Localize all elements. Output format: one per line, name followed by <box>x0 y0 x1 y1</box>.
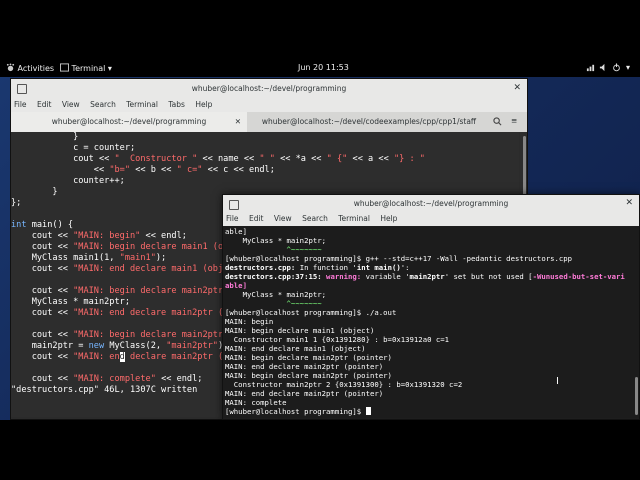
system-menu-chevron-icon[interactable]: ▾ <box>626 63 630 72</box>
menu-search[interactable]: Search <box>302 214 328 223</box>
menu-help[interactable]: Help <box>380 214 397 223</box>
term-prompt-line[interactable]: [whuber@localhost programming]$ <box>225 407 635 416</box>
window-title: whuber@localhost:~/devel/programming <box>191 84 347 93</box>
term-line: MAIN: end declare main1 (object) <box>225 344 366 353</box>
scrollbar[interactable] <box>632 227 639 418</box>
tab-label: whuber@localhost:~/devel/programming <box>51 117 207 126</box>
letterbox-bottom <box>0 420 640 480</box>
letterbox-top <box>0 0 640 60</box>
app-menu-label: Terminal ▾ <box>71 64 112 73</box>
desktop: Activities Terminal ▾ Jun 20 11:53 ▾ whu… <box>0 0 640 480</box>
tab-programming[interactable]: whuber@localhost:~/devel/programming ✕ <box>11 112 247 134</box>
menu-file[interactable]: File <box>226 214 239 223</box>
tab-staff[interactable]: whuber@localhost:~/devel/codeexamples/cp… <box>249 112 489 132</box>
menu-terminal[interactable]: Terminal <box>126 100 158 109</box>
window-icon <box>17 84 27 94</box>
term-line: MAIN: begin declare main2ptr (pointer) <box>225 371 392 380</box>
term-line: Constructor main1 1 {0x1391280} : b=0x13… <box>225 335 450 344</box>
term-line: able] <box>225 281 247 290</box>
gnome-foot-icon <box>6 63 15 72</box>
term-line: MyClass * main2ptr; <box>225 290 327 299</box>
code-string: " Constructor " <box>114 154 198 164</box>
window-titlebar[interactable]: whuber@localhost:~/devel/programming ✕ <box>11 79 527 98</box>
gnome-top-bar: Activities Terminal ▾ Jun 20 11:53 ▾ <box>0 60 640 77</box>
menu-view[interactable]: View <box>274 214 292 223</box>
menu-edit[interactable]: Edit <box>37 100 52 109</box>
code-line: << "b=" << b << " c=" << c << endl; <box>11 165 275 175</box>
window-icon <box>229 200 239 210</box>
term-line: destructors.cpp:37:15: warning: variable… <box>225 272 625 281</box>
search-icon[interactable] <box>493 117 502 128</box>
term-line: MAIN: end declare main2ptr (pointer) <box>225 362 384 371</box>
menu-terminal[interactable]: Terminal <box>338 214 370 223</box>
close-icon[interactable]: ✕ <box>625 195 633 212</box>
close-icon[interactable]: ✕ <box>513 79 521 98</box>
clock[interactable]: Jun 20 11:53 <box>298 63 349 72</box>
scrollbar-thumb[interactable] <box>635 377 638 415</box>
menu-bar: File Edit View Search Terminal Help <box>223 212 639 226</box>
activities-button[interactable]: Activities <box>6 63 54 73</box>
term-line: MAIN: begin <box>225 317 274 326</box>
tab-label: whuber@localhost:~/devel/codeexamples/cp… <box>261 117 477 126</box>
window-title: whuber@localhost:~/devel/programming <box>353 199 509 208</box>
code-line: c = counter; <box>11 143 136 153</box>
hamburger-menu-icon[interactable]: ≡ <box>511 116 517 125</box>
text-cursor-icon: I <box>556 376 559 387</box>
code-line: } <box>11 132 79 142</box>
terminal-icon <box>60 63 69 72</box>
term-line: MAIN: begin declare main2ptr (pointer) <box>225 353 392 362</box>
terminal-window-output[interactable]: whuber@localhost:~/devel/programming ✕ F… <box>222 194 640 420</box>
code-line: counter++; <box>11 176 125 186</box>
network-icon[interactable] <box>586 63 595 73</box>
menu-file[interactable]: File <box>14 100 27 109</box>
app-menu-terminal[interactable]: Terminal ▾ <box>60 63 112 73</box>
terminal-cursor <box>365 407 371 415</box>
term-line: ^~~~~~~~ <box>225 299 322 308</box>
tab-bar: whuber@localhost:~/devel/programming ✕ w… <box>11 112 527 134</box>
term-line: Constructor main2ptr 2 {0x1391300} : b=0… <box>225 380 463 389</box>
term-line: ^~~~~~~~ <box>225 245 322 254</box>
activities-label: Activities <box>17 64 55 73</box>
term-line: [whuber@localhost programming]$ ./a.out <box>225 308 397 317</box>
menu-edit[interactable]: Edit <box>249 214 264 223</box>
power-icon[interactable] <box>612 63 621 73</box>
term-line: MAIN: end declare main2ptr (pointer) <box>225 389 384 398</box>
volume-icon[interactable] <box>599 63 608 73</box>
menu-view[interactable]: View <box>62 100 80 109</box>
term-line: MyClass * main2ptr; <box>225 236 327 245</box>
term-line: MAIN: begin declare main1 (object) <box>225 326 375 335</box>
menu-help[interactable]: Help <box>195 100 212 109</box>
menu-bar: File Edit View Search Terminal Tabs Help <box>11 98 527 112</box>
terminal-output[interactable]: able] MyClass * main2ptr; ^~~~~~~~ [whube… <box>223 227 635 418</box>
menu-search[interactable]: Search <box>90 100 116 109</box>
term-line: destructors.cpp: In function 'int main()… <box>225 263 410 272</box>
window-titlebar[interactable]: whuber@localhost:~/devel/programming ✕ <box>223 195 639 212</box>
term-line: able] <box>225 227 247 236</box>
code-line: cout << " Constructor " << name << " " <… <box>11 154 425 164</box>
term-line: [whuber@localhost programming]$ g++ --st… <box>225 254 573 263</box>
term-line: MAIN: complete <box>225 398 287 407</box>
menu-tabs[interactable]: Tabs <box>168 100 185 109</box>
close-tab-icon[interactable]: ✕ <box>235 112 241 132</box>
